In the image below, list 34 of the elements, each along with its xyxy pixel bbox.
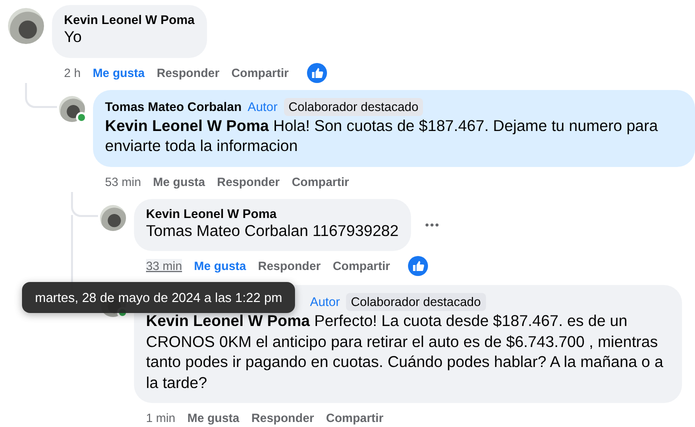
avatar[interactable] [59, 96, 85, 122]
reply-button[interactable]: Responder [156, 66, 220, 80]
author-name[interactable]: Tomas Mateo Corbalan [105, 100, 242, 114]
comment-time[interactable]: 2 h [64, 66, 81, 80]
comment-text: Kevin Leonel W Poma Perfecto! La cuota desde $187.467. es de un CRONOS 0KM el anticipo para retirar el auto es de $6.743.700 , mientras tanto podes ir pagando en cuotas. Cuándo podes hablar? A la mañana o a la tarde? [146, 312, 664, 394]
comment-time[interactable]: 33 min [146, 259, 182, 273]
comment-text: Kevin Leonel W Poma Hola! Son cuotas de $187.467. Dejame tu numero para enviarte toda la informacion [105, 116, 659, 157]
like-button[interactable]: Me gusta [92, 66, 145, 80]
reply-button[interactable]: Responder [217, 174, 280, 188]
comment-time[interactable]: 1 min [146, 411, 176, 425]
avatar[interactable] [8, 8, 44, 44]
more-options-icon[interactable] [424, 222, 439, 227]
share-button[interactable]: Compartir [292, 174, 350, 188]
reply-button[interactable]: Responder [258, 259, 321, 273]
comment-text: Tomas Mateo Corbalan 1167939282 [146, 222, 399, 242]
timestamp-tooltip: martes, 28 de mayo de 2024 a las 1:22 pm [22, 282, 296, 313]
like-button[interactable]: Me gusta [194, 259, 246, 273]
share-button[interactable]: Compartir [332, 259, 390, 273]
thread-connector [25, 82, 57, 108]
share-button[interactable]: Compartir [231, 66, 289, 80]
like-button[interactable]: Me gusta [153, 174, 206, 188]
author-name[interactable]: Kevin Leonel W Poma [64, 13, 195, 27]
contributor-badge: Colaborador destacado [284, 98, 424, 116]
author-name[interactable]: Kevin Leonel W Poma [146, 206, 277, 220]
contributor-badge: Colaborador destacado [346, 293, 486, 311]
author-label: Autor [248, 100, 278, 114]
avatar[interactable] [100, 204, 126, 230]
comment-text: Yo [64, 28, 83, 48]
reply-button[interactable]: Responder [251, 411, 314, 425]
comment-time[interactable]: 53 min [105, 174, 142, 188]
share-button[interactable]: Compartir [326, 411, 384, 425]
author-label: Autor [310, 295, 340, 309]
like-button[interactable]: Me gusta [187, 411, 240, 425]
thread-connector [71, 192, 98, 216]
